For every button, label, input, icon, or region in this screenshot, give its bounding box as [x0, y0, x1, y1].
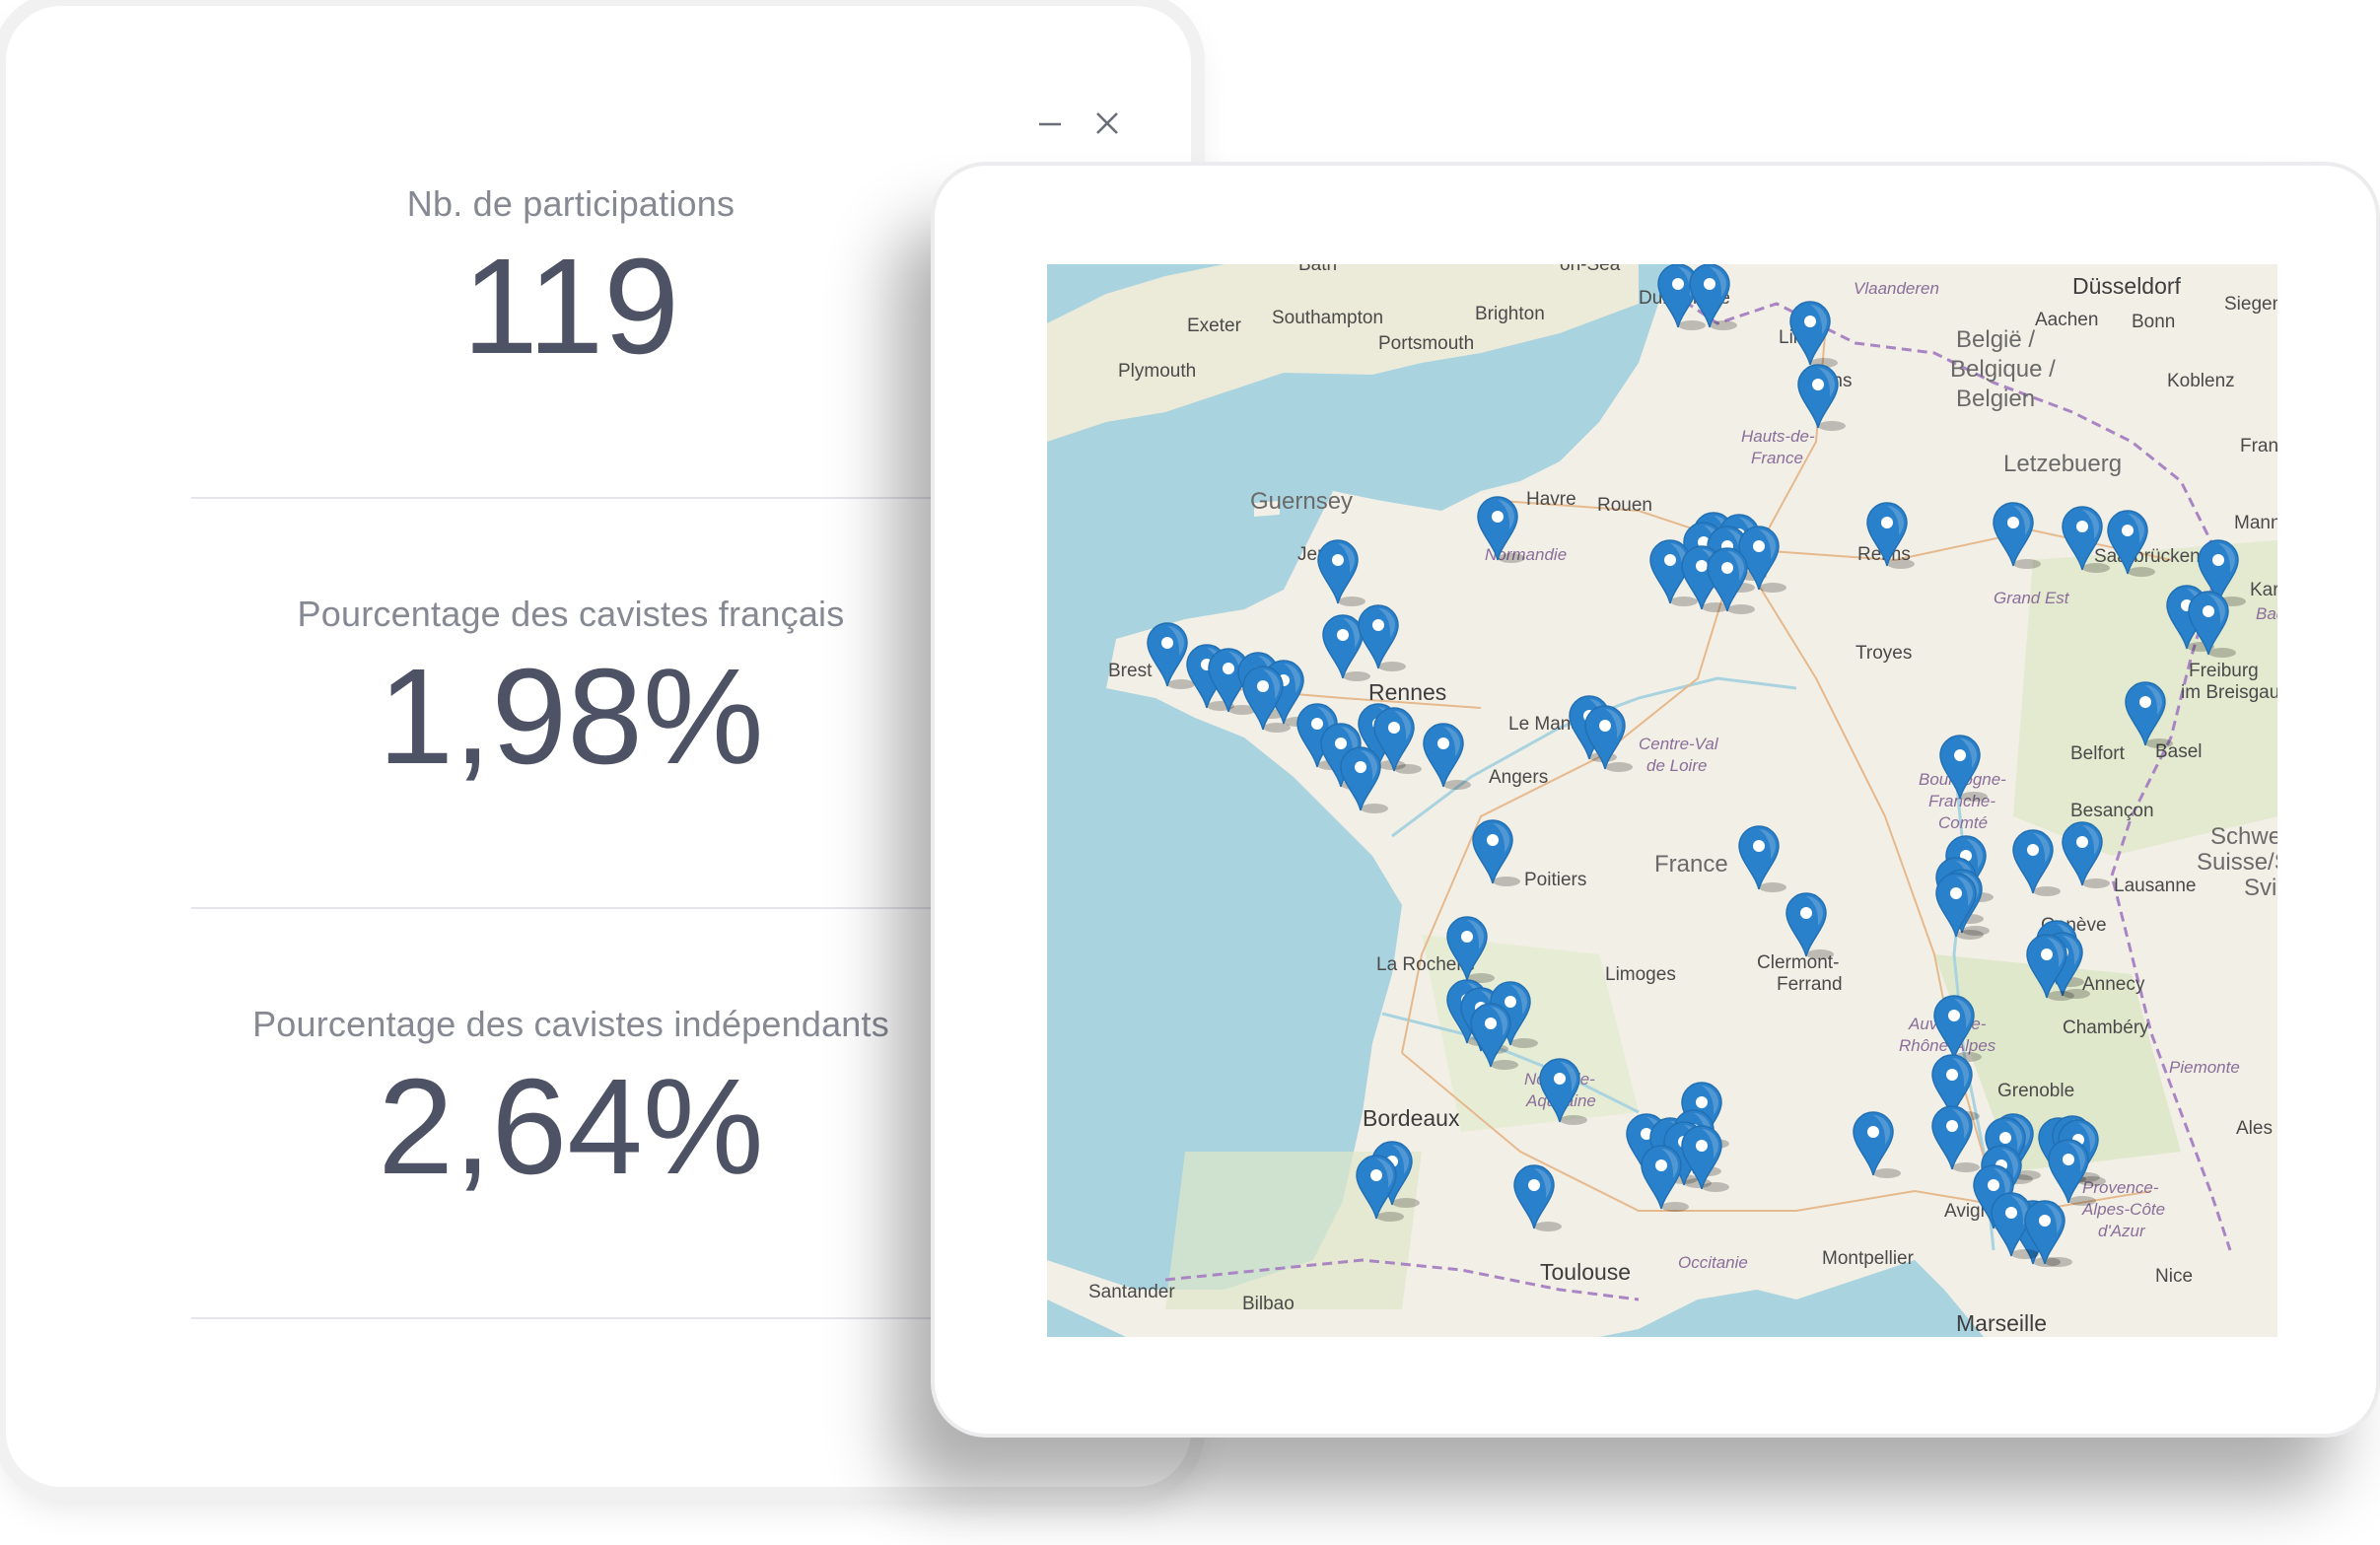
- map-label: Svi: [2244, 875, 2276, 901]
- map-label: Comté: [1938, 813, 1988, 832]
- stat-label: Pourcentage des cavistes français: [297, 594, 845, 634]
- map-label: Bordeaux: [1363, 1105, 1460, 1131]
- map-label: France: [1751, 449, 1803, 467]
- stat-value: 2,64%: [378, 1051, 764, 1203]
- map-label: Ales: [2236, 1118, 2273, 1139]
- window-controls: [1035, 108, 1122, 138]
- map-label: Rennes: [1368, 679, 1446, 705]
- map-label: Aachen: [2035, 310, 2098, 330]
- map-label: Marseille: [1956, 1310, 2047, 1336]
- map-label: Besançon: [2070, 801, 2154, 821]
- map-label: Karlsruhe: [2250, 580, 2277, 600]
- divider: [191, 497, 970, 499]
- map-view[interactable]: Bath on-Sea Exeter Southampton Brighton …: [1047, 264, 2277, 1337]
- map-label: Brest: [1108, 661, 1153, 681]
- stat-cavistes-francais: Pourcentage des cavistes français 1,98%: [191, 594, 950, 785]
- map-label: Southampton: [1272, 308, 1383, 328]
- stat-cavistes-independants: Pourcentage des cavistes indépendants 2,…: [191, 1004, 950, 1195]
- map-label: Hauts-de-: [1741, 427, 1815, 446]
- stat-participations: Nb. de participations 119: [191, 183, 950, 375]
- map-label: Letzebuerg: [2003, 451, 2122, 477]
- map-label: Ferrand: [1777, 974, 1843, 995]
- map-label: Limoges: [1605, 964, 1676, 985]
- stat-label: Nb. de participations: [406, 183, 735, 224]
- map-label: Montpellier: [1822, 1248, 1915, 1269]
- map-label: Siegen: [2224, 294, 2277, 315]
- map-label: Bonn: [2132, 312, 2175, 332]
- map-label: Nice: [2155, 1266, 2193, 1287]
- map-label: Guernsey: [1250, 488, 1353, 515]
- map-label: Belfort: [2070, 743, 2126, 764]
- map-label: Mann: [2234, 513, 2277, 533]
- map-label: Freiburg: [2189, 661, 2259, 681]
- map-panel: Bath on-Sea Exeter Southampton Brighton …: [935, 166, 2376, 1434]
- map-label: Düsseldorf: [2072, 273, 2182, 299]
- map-canvas[interactable]: Bath on-Sea Exeter Southampton Brighton …: [1047, 264, 2277, 1337]
- map-label: Havre: [1526, 489, 1576, 510]
- map-label: Portsmouth: [1378, 333, 1474, 354]
- divider: [191, 907, 970, 909]
- map-label: Angers: [1489, 767, 1548, 788]
- map-label: on-Sea: [1560, 264, 1621, 275]
- map-label: Belgien: [1956, 386, 2035, 412]
- map-label: Santander: [1088, 1282, 1175, 1302]
- stat-label: Pourcentage des cavistes indépendants: [252, 1004, 889, 1044]
- map-label: Saarbrücken: [2094, 546, 2201, 567]
- map-label: Toulouse: [1540, 1259, 1631, 1285]
- stat-value: 119: [461, 231, 679, 383]
- map-land-england: [1047, 264, 1639, 442]
- map-label: Vlaanderen: [1854, 279, 1939, 298]
- map-label: Troyes: [1855, 643, 1912, 664]
- map-label: Rouen: [1597, 495, 1652, 516]
- map-label: France: [1654, 851, 1728, 878]
- map-label: im Breisgau: [2181, 682, 2277, 703]
- map-label: Schweiz: [2210, 823, 2277, 850]
- minimize-icon[interactable]: [1035, 108, 1065, 138]
- map-label: Grand Est: [1994, 589, 2070, 607]
- stat-value: 1,98%: [378, 641, 764, 793]
- map-label: Baden: [2256, 604, 2277, 623]
- map-label: Poitiers: [1524, 870, 1586, 890]
- map-label: Frankfurt: [2240, 436, 2277, 456]
- map-label: Grenoble: [1997, 1081, 2074, 1101]
- close-icon[interactable]: [1092, 108, 1122, 138]
- map-label: Plymouth: [1118, 361, 1196, 382]
- map-label: Lausanne: [2114, 876, 2196, 896]
- map-label: Piemonte: [2169, 1058, 2240, 1077]
- divider: [191, 1317, 970, 1319]
- map-label: Centre-Val: [1639, 735, 1719, 753]
- map-label: België /: [1956, 326, 2035, 353]
- map-label: Chambéry: [2063, 1018, 2149, 1038]
- map-label: Koblenz: [2167, 371, 2235, 391]
- map-label: Annecy: [2082, 974, 2145, 995]
- map-label: Belgique /: [1950, 356, 2056, 383]
- map-label: Bilbao: [1242, 1294, 1295, 1314]
- map-label: d'Azur: [2098, 1222, 2146, 1240]
- map-label: Bath: [1298, 264, 1337, 275]
- map-label: de Loire: [1646, 756, 1707, 775]
- map-label: Exeter: [1187, 316, 1242, 336]
- map-label: Suisse/S: [2197, 849, 2277, 876]
- map-label: Brighton: [1475, 304, 1545, 324]
- map-label: Occitanie: [1678, 1253, 1748, 1272]
